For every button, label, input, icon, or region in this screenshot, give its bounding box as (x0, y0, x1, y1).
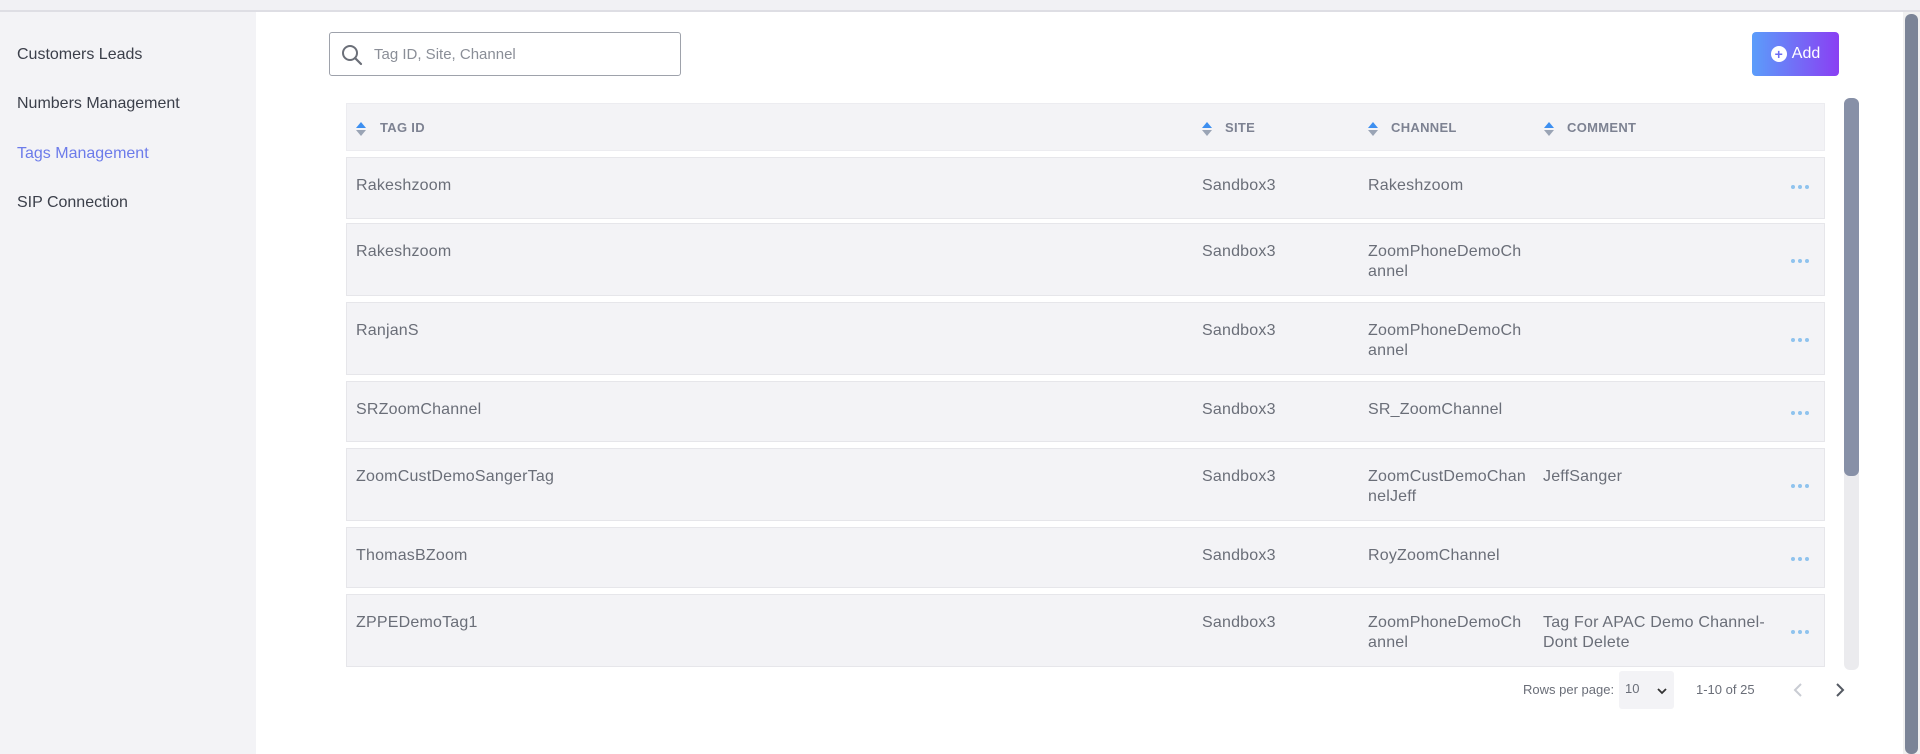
more-horizontal-icon[interactable] (1791, 627, 1813, 637)
table-row[interactable]: ZPPEDemoTag1 Sandbox3 ZoomPhoneDemoChann… (346, 594, 1825, 667)
top-divider (0, 0, 1920, 12)
rows-per-page-select[interactable]: 10 (1619, 671, 1674, 709)
page-scrollbar-thumb[interactable] (1905, 14, 1918, 754)
table-row[interactable]: RanjanS Sandbox3 ZoomPhoneDemoChannel (346, 302, 1825, 375)
rows-per-page-label: Rows per page: (1523, 682, 1615, 697)
cell-tag-id: ZoomCustDemoSangerTag (356, 468, 555, 485)
more-horizontal-icon[interactable] (1791, 554, 1813, 564)
table-row[interactable]: ThomasBZoom Sandbox3 RoyZoomChannel (346, 527, 1825, 588)
cell-site: Sandbox3 (1202, 547, 1276, 564)
sidebar-item-customers-leads[interactable]: Customers Leads (17, 46, 142, 64)
more-horizontal-icon[interactable] (1791, 335, 1813, 345)
column-header-comment[interactable]: COMMENT (1567, 120, 1636, 135)
sidebar-item-sip-connection[interactable]: SIP Connection (17, 194, 128, 212)
sidebar-item-numbers-management[interactable]: Numbers Management (17, 95, 180, 113)
more-horizontal-icon[interactable] (1791, 408, 1813, 418)
column-header-site[interactable]: SITE (1225, 120, 1255, 135)
search-input[interactable] (374, 41, 670, 67)
cell-tag-id: Rakeshzoom (356, 177, 452, 194)
table-row[interactable]: SRZoomChannel Sandbox3 SR_ZoomChannel (346, 381, 1825, 442)
chevron-right-icon[interactable] (1830, 680, 1850, 700)
more-horizontal-icon[interactable] (1791, 256, 1813, 266)
cell-site: Sandbox3 (1202, 401, 1276, 418)
cell-channel: ZoomPhoneDemoChannel (1368, 322, 1522, 359)
column-header-tag-id[interactable]: TAG ID (380, 120, 425, 135)
sort-icon[interactable] (1543, 120, 1555, 138)
cell-channel: RoyZoomChannel (1368, 547, 1500, 564)
cell-site: Sandbox3 (1202, 322, 1276, 339)
cell-tag-id: ThomasBZoom (356, 547, 468, 564)
more-horizontal-icon[interactable] (1791, 481, 1813, 491)
cell-site: Sandbox3 (1202, 614, 1276, 631)
table-row[interactable]: Rakeshzoom Sandbox3 ZoomPhoneDemoChannel (346, 223, 1825, 296)
cell-tag-id: ZPPEDemoTag1 (356, 614, 478, 631)
cell-site: Sandbox3 (1202, 177, 1276, 194)
search-box (329, 32, 681, 76)
cell-channel: ZoomPhoneDemoChannel (1368, 243, 1522, 280)
plus-circle-icon: + (1770, 46, 1787, 62)
sort-icon[interactable] (1367, 120, 1379, 138)
add-button-label: Add (1791, 45, 1821, 62)
cell-tag-id: Rakeshzoom (356, 243, 452, 260)
cell-channel: ZoomCustDemoChannelJeff (1368, 468, 1526, 505)
sort-icon[interactable] (355, 120, 367, 138)
table-scrollbar-thumb[interactable] (1844, 98, 1859, 476)
cell-comment: Tag For APAC Demo Channel- Dont Delete (1543, 614, 1765, 651)
add-tag-button[interactable]: + Add (1752, 32, 1839, 76)
rows-per-page-value: 10 (1625, 681, 1640, 696)
cell-comment: JeffSanger (1543, 468, 1623, 485)
cell-tag-id: SRZoomChannel (356, 401, 482, 418)
pagination-range: 1-10 of 25 (1696, 682, 1755, 697)
cell-channel: SR_ZoomChannel (1368, 401, 1503, 418)
cell-site: Sandbox3 (1202, 468, 1276, 485)
sidebar: Customers Leads Numbers Management Tags … (0, 12, 256, 754)
chevron-down-icon (1657, 688, 1667, 695)
sidebar-item-tags-management[interactable]: Tags Management (17, 145, 149, 163)
cell-channel: ZoomPhoneDemoChannel (1368, 614, 1522, 651)
more-horizontal-icon[interactable] (1791, 182, 1813, 192)
table-row[interactable]: Rakeshzoom Sandbox3 Rakeshzoom (346, 157, 1825, 219)
cell-tag-id: RanjanS (356, 322, 419, 339)
search-icon (342, 45, 363, 66)
cell-channel: Rakeshzoom (1368, 177, 1464, 194)
table-row[interactable]: ZoomCustDemoSangerTag Sandbox3 ZoomCustD… (346, 448, 1825, 521)
sort-icon[interactable] (1201, 120, 1213, 138)
chevron-left-icon[interactable] (1788, 680, 1808, 700)
cell-site: Sandbox3 (1202, 243, 1276, 260)
table-header: TAG ID SITE CHANNEL COMMENT (346, 103, 1825, 151)
column-header-channel[interactable]: CHANNEL (1391, 120, 1457, 135)
